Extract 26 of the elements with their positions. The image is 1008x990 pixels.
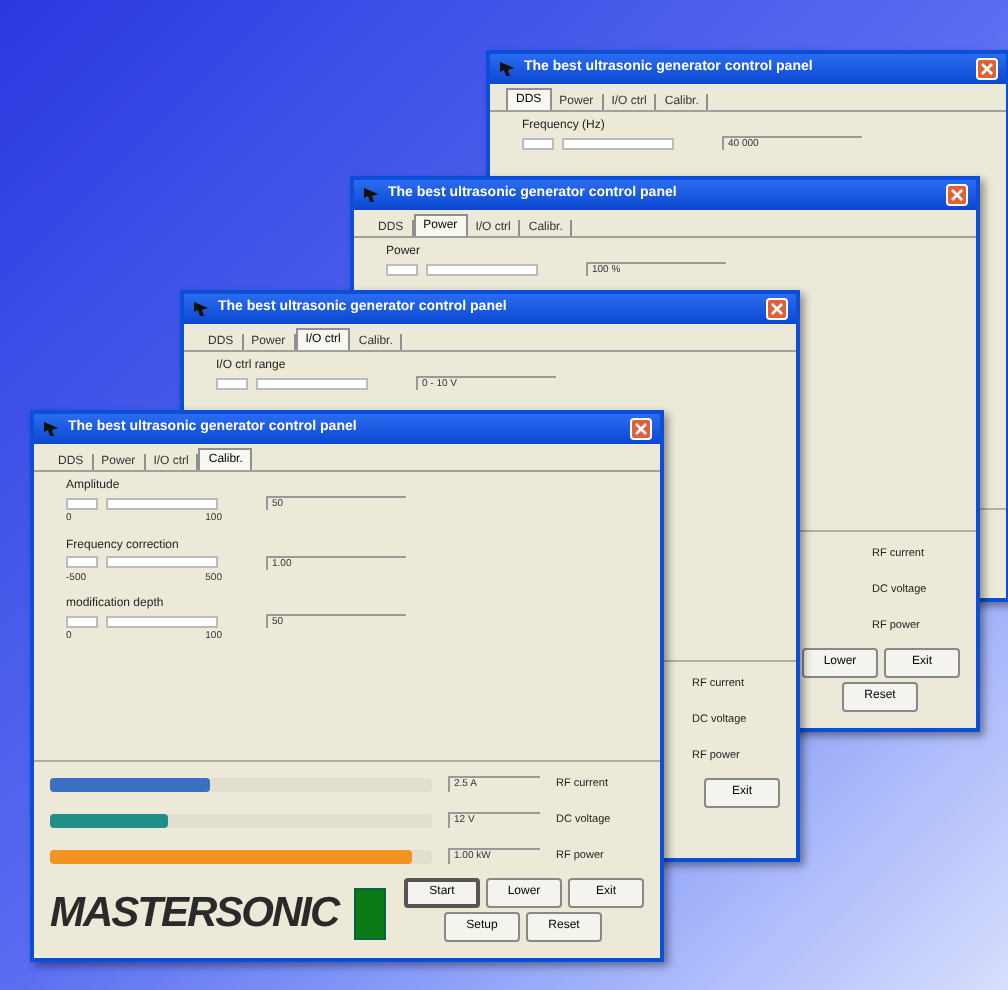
value-field[interactable] xyxy=(522,137,554,149)
close-button[interactable] xyxy=(976,58,998,80)
value-field[interactable] xyxy=(66,497,98,509)
close-button[interactable] xyxy=(766,298,788,320)
value-field[interactable] xyxy=(66,556,98,568)
slider-field[interactable] xyxy=(562,137,674,149)
value-field[interactable] xyxy=(386,263,418,275)
logo: MASTERSONIC xyxy=(50,888,339,941)
status-light xyxy=(354,888,387,940)
close-icon xyxy=(980,62,994,76)
close-button[interactable] xyxy=(630,418,652,440)
value-field[interactable] xyxy=(66,615,98,627)
app-icon xyxy=(362,186,380,204)
slider-field[interactable] xyxy=(106,556,218,568)
app-icon xyxy=(192,300,210,318)
value-field[interactable] xyxy=(216,377,248,389)
app-icon xyxy=(42,420,60,438)
slider-field[interactable] xyxy=(106,497,218,509)
close-icon xyxy=(770,302,784,316)
slider-field[interactable] xyxy=(426,263,538,275)
slider-field[interactable] xyxy=(256,377,368,389)
close-icon xyxy=(950,188,964,202)
slider-field[interactable] xyxy=(106,615,218,627)
app-icon xyxy=(498,60,516,78)
close-button[interactable] xyxy=(946,184,968,206)
close-icon xyxy=(634,422,648,436)
